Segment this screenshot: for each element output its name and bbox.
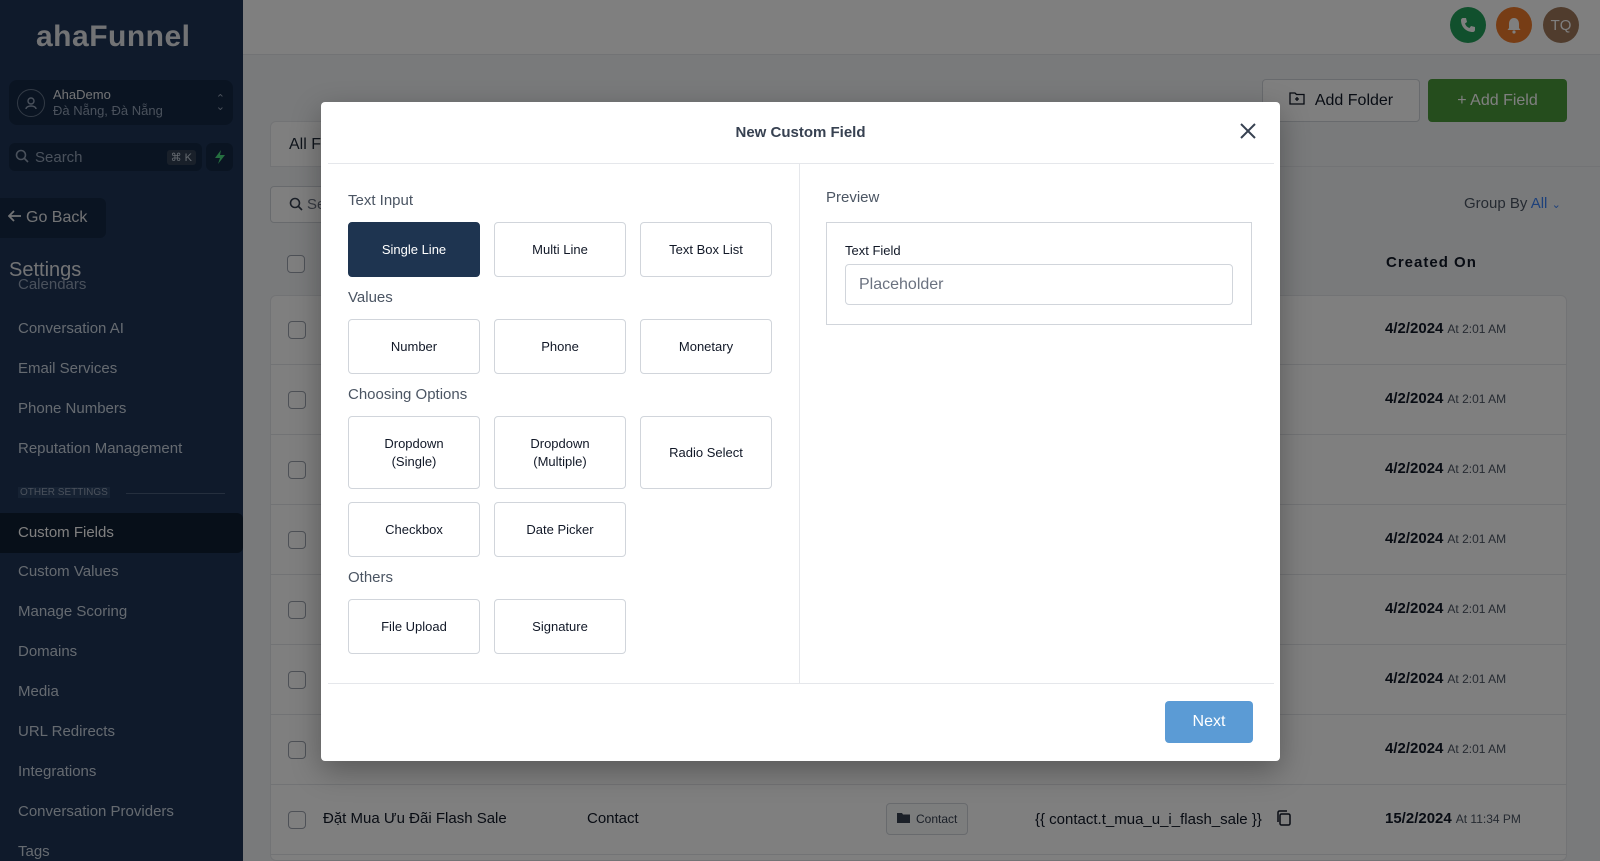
preview-box: Text Field (826, 222, 1252, 325)
option-checkbox[interactable]: Checkbox (348, 502, 480, 557)
divider (799, 164, 800, 684)
next-button[interactable]: Next (1165, 701, 1253, 743)
option-file-upload[interactable]: File Upload (348, 599, 480, 654)
option-single-line[interactable]: Single Line (348, 222, 480, 277)
new-custom-field-modal: New Custom Field Text Input Single Line … (321, 102, 1280, 761)
option-phone[interactable]: Phone (494, 319, 626, 374)
section-values: Values (348, 289, 393, 306)
section-text-input: Text Input (348, 192, 414, 209)
option-date-picker[interactable]: Date Picker (494, 502, 626, 557)
preview-field-label: Text Field (845, 243, 901, 258)
divider (328, 683, 1274, 684)
preview-label: Preview (826, 189, 880, 206)
option-multi-line[interactable]: Multi Line (494, 222, 626, 277)
option-text-box-list[interactable]: Text Box List (640, 222, 772, 277)
close-icon[interactable] (1236, 120, 1260, 144)
option-dropdown-multiple[interactable]: Dropdown (Multiple) (494, 416, 626, 489)
preview-text-input[interactable] (845, 264, 1233, 305)
option-signature[interactable]: Signature (494, 599, 626, 654)
option-radio-select[interactable]: Radio Select (640, 416, 772, 489)
option-monetary[interactable]: Monetary (640, 319, 772, 374)
option-number[interactable]: Number (348, 319, 480, 374)
divider (328, 163, 1274, 164)
modal-title: New Custom Field (735, 124, 866, 141)
section-choosing-options: Choosing Options (348, 386, 468, 403)
section-others: Others (348, 569, 394, 586)
option-dropdown-single[interactable]: Dropdown (Single) (348, 416, 480, 489)
